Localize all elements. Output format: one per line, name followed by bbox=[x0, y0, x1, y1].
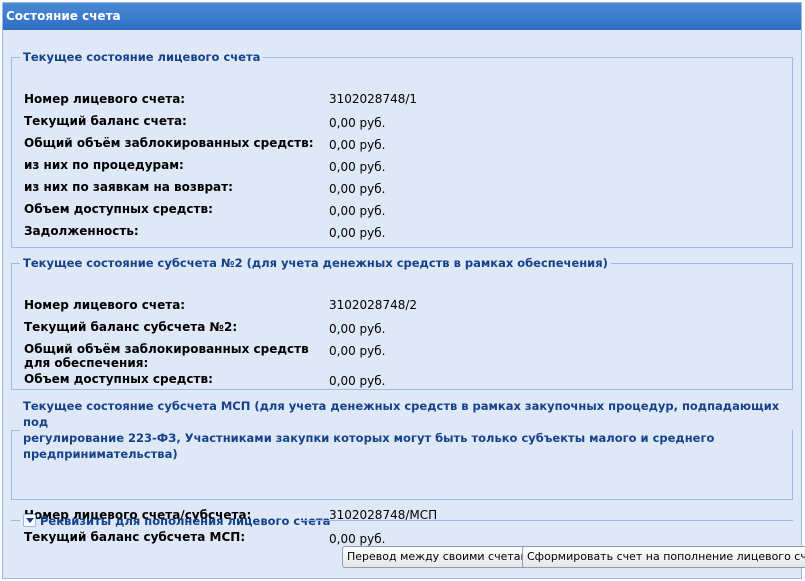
blocked-funds-value: 0,00 руб. bbox=[329, 138, 386, 152]
window-body: Текущее состояние лицевого счета Номер л… bbox=[3, 30, 805, 578]
window-title: Состояние счета bbox=[3, 3, 801, 30]
debt-value: 0,00 руб. bbox=[329, 226, 386, 240]
requisites-divider-left bbox=[11, 520, 20, 521]
subaccount-msp-balance-value: 0,00 руб. bbox=[329, 532, 386, 546]
available-funds-label: Объем доступных средств: bbox=[24, 202, 213, 216]
subaccount-2-balance-label: Текущий баланс субсчета №2: bbox=[24, 320, 238, 334]
account-number-value: 3102028748/1 bbox=[329, 92, 418, 106]
debt-label: Задолженность: bbox=[24, 224, 139, 238]
subaccount-2-available-label: Объем доступных средств: bbox=[24, 372, 213, 386]
subaccount-2-number-value: 3102028748/2 bbox=[329, 298, 418, 312]
by-procedures-value: 0,00 руб. bbox=[329, 160, 386, 174]
subaccount-msp-panel-title: Текущее состояние субсчета МСП (для учет… bbox=[20, 398, 792, 462]
account-status-window: Состояние счета Текущее состояние лицево… bbox=[2, 2, 805, 579]
requisites-expand-toggle[interactable] bbox=[23, 514, 36, 527]
subaccount-2-panel-title: Текущее состояние субсчета №2 (для учета… bbox=[23, 256, 608, 270]
by-refund-requests-label: из них по заявкам на возврат: bbox=[24, 180, 233, 194]
subaccount-2-blocked-value: 0,00 руб. bbox=[329, 344, 386, 358]
subaccount-2-number-label: Номер лицевого счета: bbox=[24, 298, 186, 312]
subaccount-msp-balance-label: Текущий баланс субсчета МСП: bbox=[24, 530, 246, 544]
subaccount-msp-panel: Текущее состояние субсчета МСП (для учет… bbox=[11, 398, 793, 546]
personal-account-panel-title: Текущее состояние лицевого счета bbox=[23, 50, 261, 64]
generate-topup-invoice-button[interactable]: Сформировать счет на пополнение лицевого… bbox=[522, 546, 805, 568]
transfer-between-accounts-button[interactable]: Перевод между своими счетами bbox=[342, 546, 541, 568]
chevron-down-icon bbox=[26, 518, 34, 523]
subaccount-2-panel: Текущее состояние субсчета №2 (для учета… bbox=[11, 256, 793, 390]
requisites-section: Реквизиты для пополнения лицевого счета bbox=[11, 512, 793, 530]
blocked-funds-label: Общий объём заблокированных средств: bbox=[24, 136, 314, 150]
account-number-label: Номер лицевого счета: bbox=[24, 92, 186, 106]
subaccount-2-balance-value: 0,00 руб. bbox=[329, 322, 386, 336]
subaccount-msp-title-line1: Текущее состояние субсчета МСП (для учет… bbox=[23, 399, 780, 429]
subaccount-msp-title-line2: регулирование 223-ФЗ, Участниками закупк… bbox=[23, 431, 715, 461]
available-funds-value: 0,00 руб. bbox=[329, 204, 386, 218]
by-refund-requests-value: 0,00 руб. bbox=[329, 182, 386, 196]
balance-label: Текущий баланс счета: bbox=[24, 114, 187, 128]
personal-account-panel: Текущее состояние лицевого счета Номер л… bbox=[11, 50, 793, 248]
subaccount-2-blocked-label: Общий объём заблокированных средств для … bbox=[24, 342, 309, 370]
balance-value: 0,00 руб. bbox=[329, 116, 386, 130]
requisites-title[interactable]: Реквизиты для пополнения лицевого счета bbox=[40, 514, 330, 528]
by-procedures-label: из них по процедурам: bbox=[24, 158, 184, 172]
requisites-divider-right bbox=[301, 520, 793, 521]
subaccount-2-available-value: 0,00 руб. bbox=[329, 374, 386, 388]
